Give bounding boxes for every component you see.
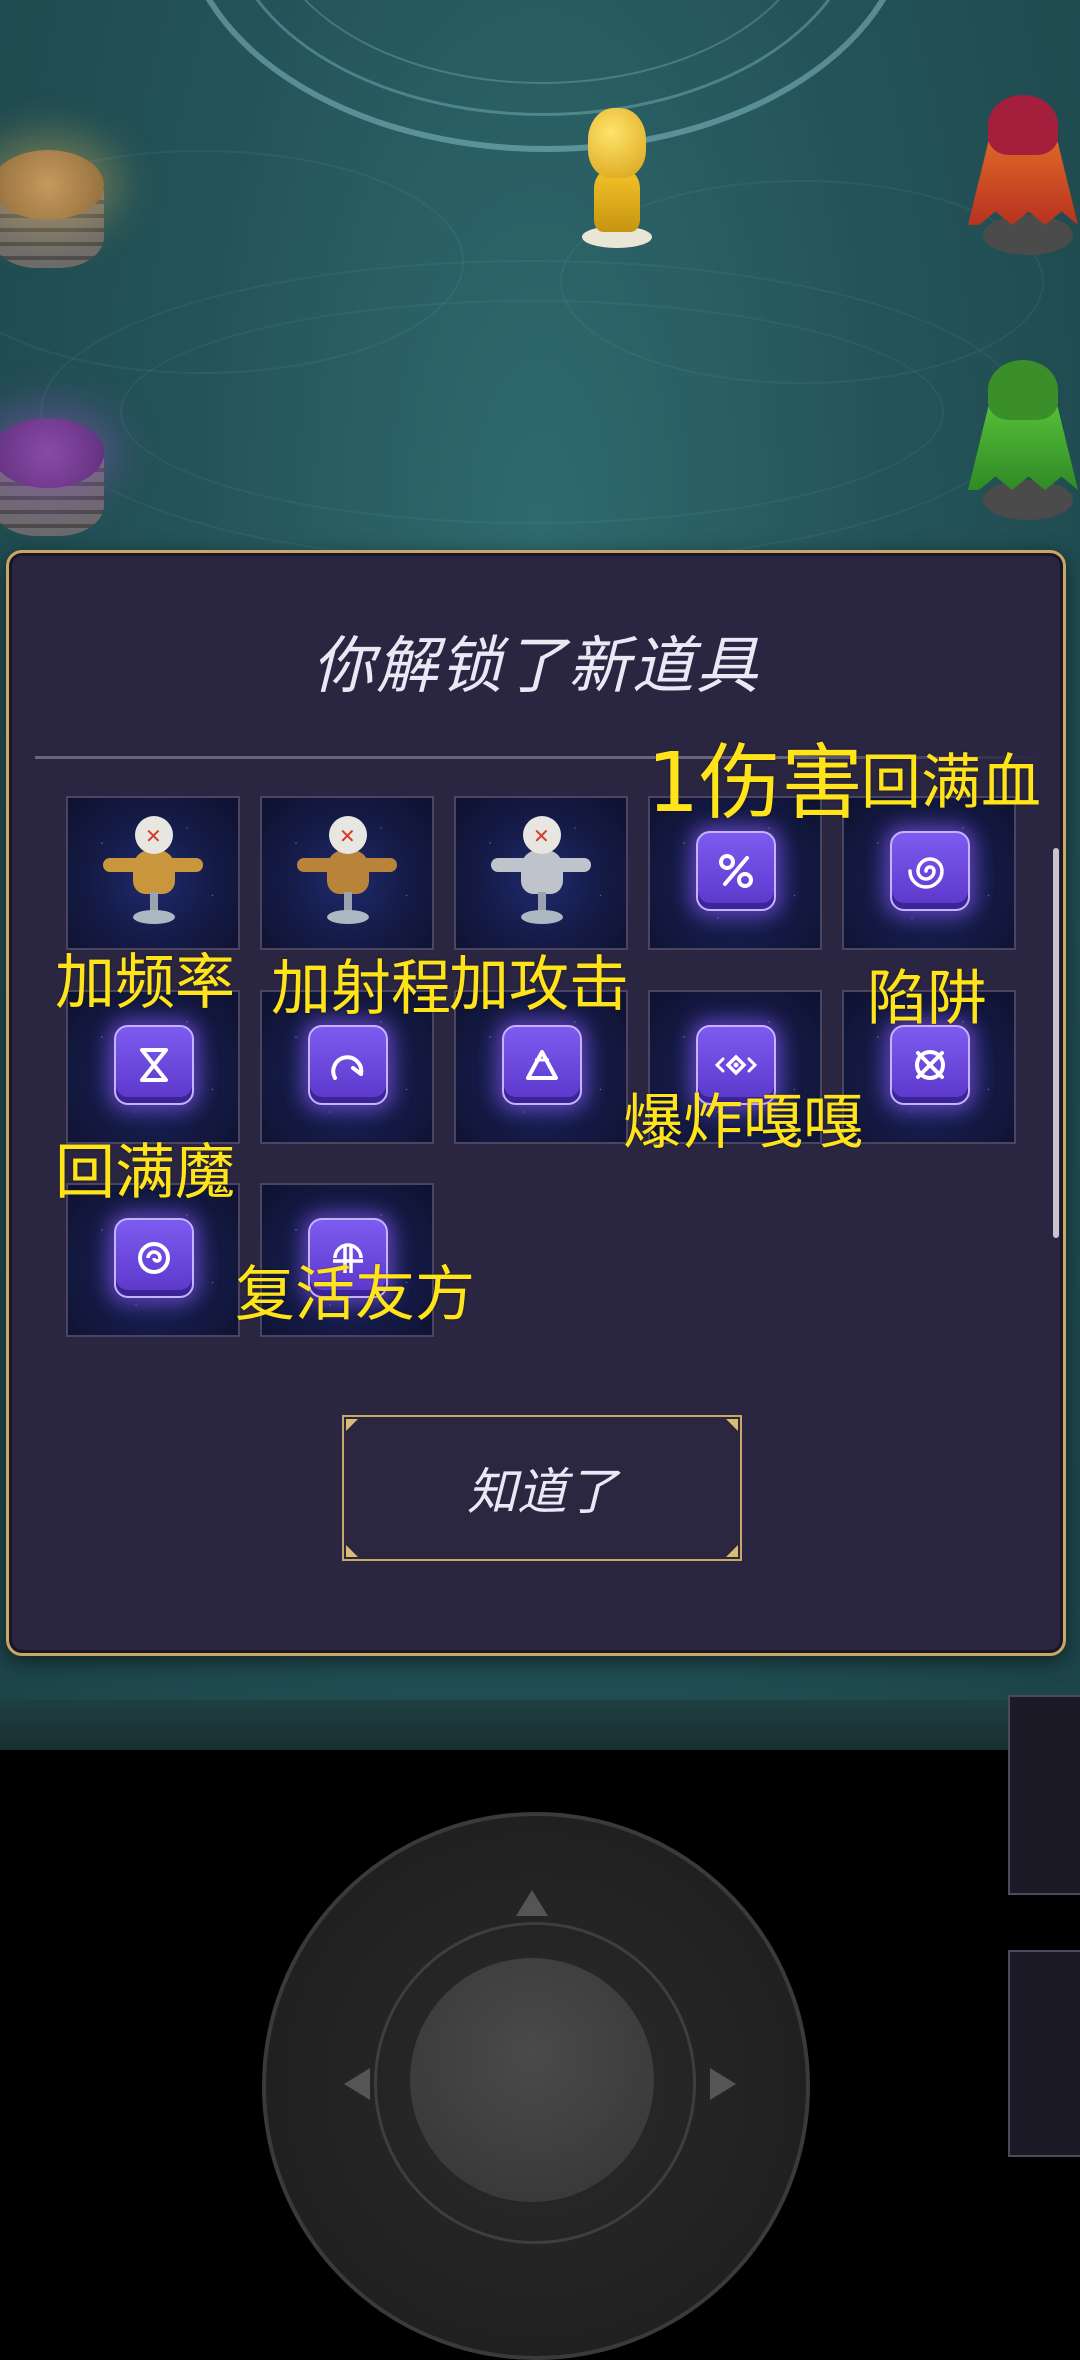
button-corner-ornament: [726, 1545, 738, 1557]
joystick-left-arrow-icon: [344, 2068, 370, 2100]
orange-pillar: [0, 150, 104, 268]
percent-rune-icon: [696, 831, 776, 911]
crossed-circle-rune-icon: [890, 1025, 970, 1105]
joystick-up-arrow-icon: [516, 1890, 548, 1916]
item-slot-training-dummy-2[interactable]: ✕: [260, 796, 434, 950]
player-hero: [582, 108, 652, 248]
triangle-rune-icon: [502, 1025, 582, 1105]
purple-pillar: [0, 418, 104, 536]
label-attack: 加攻击: [449, 950, 629, 1020]
training-dummy-icon: ✕: [297, 816, 397, 936]
label-revive: 复活友方: [235, 1260, 475, 1330]
arc-rune-icon: [308, 1025, 388, 1105]
side-skill-slot-2[interactable]: [1008, 1950, 1080, 2157]
training-dummy-icon: ✕: [103, 816, 203, 936]
swirl-rune-icon: [114, 1218, 194, 1298]
label-full-hp: 回满血: [861, 748, 1041, 818]
got-it-label: 知道了: [467, 1463, 617, 1521]
board-edge: [0, 1700, 1080, 1750]
label-damage: 1伤害: [647, 736, 864, 831]
spiral-rune-icon: [890, 831, 970, 911]
scrollbar[interactable]: [1053, 848, 1059, 1238]
button-corner-ornament: [346, 1419, 358, 1431]
label-trap: 陷阱: [867, 964, 987, 1034]
item-slot-training-dummy-3[interactable]: ✕: [454, 796, 628, 950]
item-slot-full-hp[interactable]: [842, 796, 1016, 950]
green-robed-enemy: [968, 360, 1078, 520]
label-frequency: 加频率: [55, 948, 235, 1018]
label-full-mana: 回满魔: [55, 1138, 235, 1208]
joystick-knob[interactable]: [410, 1958, 654, 2202]
side-skill-slot-1[interactable]: [1008, 1695, 1080, 1895]
training-dummy-icon: ✕: [491, 816, 591, 936]
hourglass-rune-icon: [114, 1025, 194, 1105]
label-explode: 爆炸嘎嘎: [623, 1088, 863, 1158]
joystick-right-arrow-icon: [710, 2068, 736, 2100]
button-corner-ornament: [726, 1419, 738, 1431]
item-slot-training-dummy-1[interactable]: ✕: [66, 796, 240, 950]
button-corner-ornament: [346, 1545, 358, 1557]
label-range: 加射程: [271, 954, 451, 1024]
red-robed-enemy: [968, 95, 1078, 255]
dialog-title: 你解锁了新道具: [311, 629, 760, 702]
got-it-button[interactable]: 知道了: [342, 1415, 742, 1561]
unlock-dialog: 你解锁了新道具 ✕ ✕ ✕ 1伤害 回满血 加频率 加射程 加攻击 陷阱 爆炸嘎…: [6, 550, 1066, 1656]
